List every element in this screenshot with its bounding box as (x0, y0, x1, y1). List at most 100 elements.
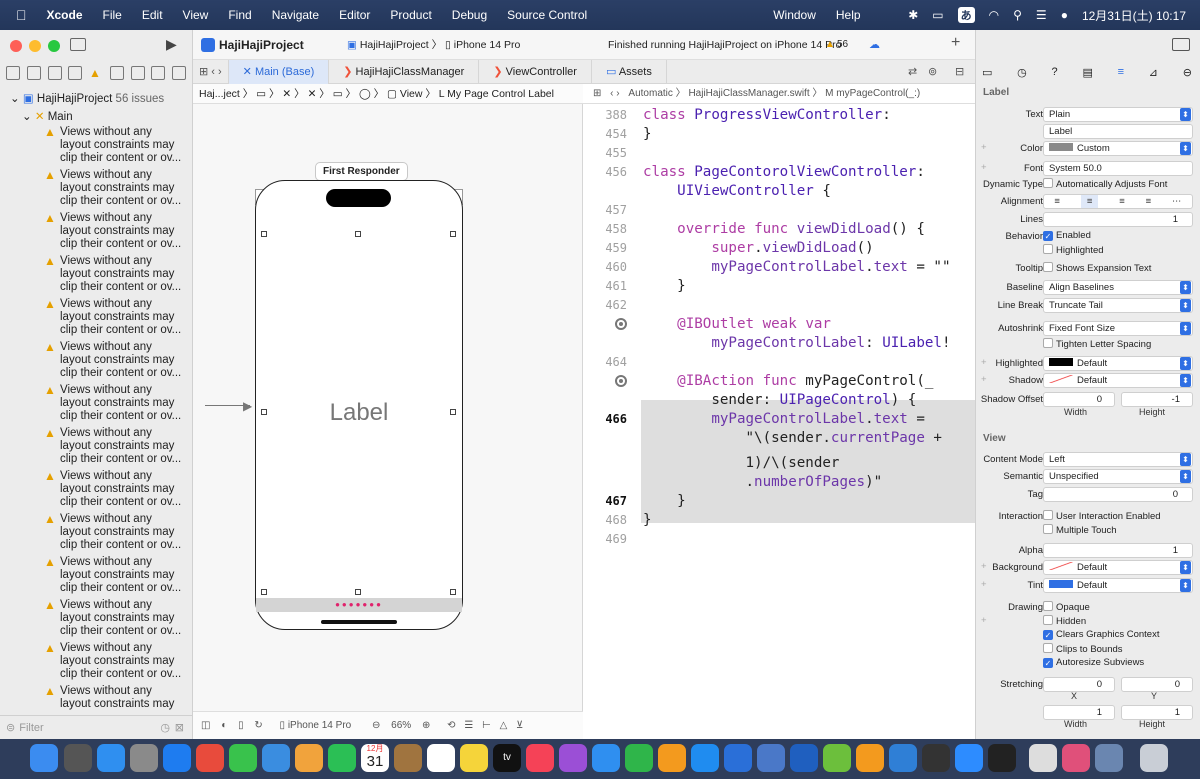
highlighted-color-select[interactable]: Default (1043, 356, 1193, 371)
opaque-checkbox[interactable]: Opaque (1043, 601, 1090, 613)
inspector-toggle-icon[interactable] (1172, 38, 1190, 51)
align-left-icon[interactable]: ≡ (1054, 195, 1060, 208)
code-line[interactable]: 460 myPageControlLabel.text = "" (583, 258, 975, 277)
help-inspector-icon[interactable]: ? (1052, 66, 1058, 79)
menu-source-control[interactable]: Source Control (507, 8, 587, 22)
minimize-window-button[interactable] (29, 40, 41, 52)
attributes-inspector-icon[interactable]: ≡ (1118, 66, 1124, 79)
plus-icon[interactable]: + (981, 615, 987, 626)
font-field[interactable]: System 50.0 (1043, 161, 1193, 176)
issue-root-row[interactable]: ⌄ ▣ HajiHajiProject 56 issues (0, 90, 192, 108)
bluetooth-icon[interactable]: ✱ (908, 8, 918, 22)
code-line[interactable]: 462 (583, 296, 975, 315)
podcasts-icon[interactable] (559, 744, 587, 772)
menu-debug[interactable]: Debug (452, 8, 487, 22)
outlet-connection-icon[interactable] (615, 318, 627, 330)
filter-input[interactable]: Filter (19, 722, 43, 734)
code-line[interactable]: 388 class ProgressViewController: (583, 106, 975, 125)
orientation-icon[interactable]: ▯ (238, 720, 244, 731)
dictionary-icon[interactable] (1062, 744, 1090, 772)
code-line[interactable]: sender: UIPageControl) { (583, 391, 975, 410)
code-jump-path[interactable]: Automatic 〉 HajiHajiClassManager.swift 〉… (628, 88, 920, 99)
menu-navigate[interactable]: Navigate (272, 8, 319, 22)
issue-row[interactable]: ▲ Views without any layout constraints may… (0, 384, 192, 427)
plus-icon[interactable]: + (981, 374, 987, 385)
alpha-stepper[interactable]: 1 (1043, 543, 1193, 558)
my-page-control-label[interactable]: Label (256, 399, 462, 427)
document-outline-icon[interactable]: ◫ (201, 720, 210, 731)
user-interaction-checkbox[interactable]: User Interaction Enabled (1043, 510, 1161, 522)
menu-edit[interactable]: Edit (142, 8, 163, 22)
issue-row[interactable]: ▲ Views without any layout constraints may… (0, 126, 192, 169)
issue-filter-icon[interactable]: ⊠ (175, 721, 184, 734)
align-right-icon[interactable]: ≡ (1119, 195, 1125, 208)
iphone-scene[interactable]: Label ●●●●●●● (255, 180, 463, 630)
align-justify-icon[interactable]: ≡ (1146, 195, 1152, 208)
canvas-device[interactable]: iPhone 14 Pro (288, 720, 351, 731)
close-window-button[interactable] (10, 40, 22, 52)
stretch-x-stepper[interactable]: 0 (1043, 677, 1115, 692)
resize-handle[interactable] (355, 231, 361, 237)
test-navigator-icon[interactable] (109, 66, 124, 80)
related-items-icon[interactable]: ⊞ (593, 88, 601, 99)
stretch-y-stepper[interactable]: 0 (1121, 677, 1193, 692)
line-break-select[interactable]: Truncate Tail (1043, 298, 1193, 313)
stretch-height-stepper[interactable]: 1 (1121, 705, 1193, 720)
breakpoint-navigator-icon[interactable] (151, 66, 166, 80)
align-center-icon[interactable]: ≡ (1080, 195, 1099, 208)
align-natural-icon[interactable]: ⋯ (1172, 195, 1182, 208)
color-select[interactable]: Custom (1043, 141, 1193, 156)
appearance-icon[interactable]: ◐ (221, 720, 227, 731)
lines-stepper[interactable]: 1 (1043, 212, 1193, 227)
embed-icon[interactable]: ⊻ (516, 720, 523, 731)
issue-row[interactable]: ▲ Views without any layout constraints may… (0, 599, 192, 642)
plus-icon[interactable]: + (981, 162, 987, 173)
page-control[interactable]: ●●●●●●● (256, 598, 462, 612)
shadow-width-stepper[interactable]: 0 (1043, 392, 1115, 407)
tooltip-checkbox[interactable]: Shows Expansion Text (1043, 262, 1151, 274)
debug-navigator-icon[interactable] (130, 66, 145, 80)
resize-handle[interactable] (450, 231, 456, 237)
app-store-icon[interactable] (691, 744, 719, 772)
clips-to-bounds-checkbox[interactable]: Clips to Bounds (1043, 643, 1123, 655)
code-line[interactable]: UIViewController { (583, 182, 975, 201)
menu-help[interactable]: Help (836, 8, 861, 22)
xcode-icon[interactable] (724, 744, 752, 772)
chrome-icon[interactable] (196, 744, 224, 772)
enabled-checkbox[interactable]: ✓ Enabled (1043, 230, 1091, 241)
wifi-icon[interactable]: ◠ (989, 8, 999, 22)
dynamic-type-checkbox[interactable]: Automatically Adjusts Font (1043, 178, 1167, 190)
find-navigator-icon[interactable] (68, 66, 83, 80)
code-line[interactable]: 456 class PageContorolViewController: (583, 163, 975, 182)
numbers-icon[interactable] (625, 744, 653, 772)
messages-icon[interactable] (229, 744, 257, 772)
instruments-icon[interactable] (790, 744, 818, 772)
apple-icon[interactable]:  (16, 7, 27, 23)
outlet-connection-icon[interactable] (615, 375, 627, 387)
swap-icon[interactable]: ⇄ (908, 65, 917, 78)
cloud-icon[interactable]: ☁ (869, 38, 880, 51)
back-icon[interactable]: ‹ (610, 88, 613, 99)
code-line[interactable]: 455 (583, 144, 975, 163)
resize-handle[interactable] (261, 589, 267, 595)
mail-icon[interactable] (97, 744, 125, 772)
facetime-icon[interactable] (328, 744, 356, 772)
issue-row[interactable]: ▲ Views without any layout constraints may… (0, 642, 192, 685)
tab-assets[interactable]: ▭ Assets (592, 60, 667, 84)
zoom-level[interactable]: 66% (391, 720, 411, 731)
autoshrink-select[interactable]: Fixed Font Size (1043, 321, 1193, 336)
device-name[interactable]: iPhone 14 Pro (454, 39, 521, 51)
zoom-window-button[interactable] (48, 40, 60, 52)
terminal-icon[interactable] (988, 744, 1016, 772)
maps-icon[interactable] (262, 744, 290, 772)
editor-options-icon[interactable]: ⊞ ‹ › (193, 60, 229, 84)
code-line[interactable]: 459 super.viewDidLoad() (583, 239, 975, 258)
font-book-icon[interactable] (1029, 744, 1057, 772)
zoom-in-icon[interactable]: ⊕ (422, 720, 430, 731)
text-type-select[interactable]: Plain (1043, 107, 1193, 122)
notes-board-icon[interactable] (394, 744, 422, 772)
resolve-icon[interactable]: △ (500, 720, 508, 731)
menu-view[interactable]: View (183, 8, 209, 22)
identity-inspector-icon[interactable]: ▤ (1082, 66, 1092, 79)
multiple-touch-checkbox[interactable]: Multiple Touch (1043, 524, 1117, 536)
